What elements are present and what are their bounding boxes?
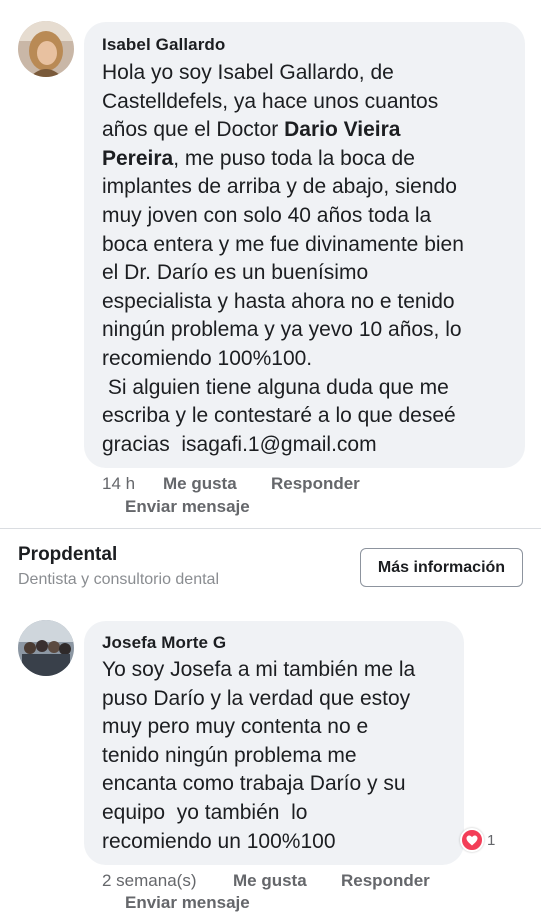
send-message-button[interactable]: Enviar mensaje xyxy=(125,893,250,913)
comment-text: Hola yo soy Isabel Gallardo, de Castelld… xyxy=(102,59,464,459)
divider xyxy=(0,528,541,529)
comment-text: Yo soy Josefa a mi también me la puso Da… xyxy=(102,658,416,853)
comment-author[interactable]: Isabel Gallardo xyxy=(102,35,225,55)
more-info-button[interactable]: Más información xyxy=(360,548,523,587)
like-button[interactable]: Me gusta xyxy=(233,871,307,891)
avatar[interactable] xyxy=(18,21,74,77)
reaction-summary[interactable]: 1 xyxy=(460,828,495,852)
page-category: Dentista y consultorio dental xyxy=(18,571,219,588)
comment-text-part: , me puso toda la boca de implantes de a… xyxy=(102,146,464,456)
avatar[interactable] xyxy=(18,620,74,676)
comment-author[interactable]: Josefa Morte G xyxy=(102,633,226,653)
page-name[interactable]: Propdental xyxy=(18,544,117,566)
comment-timestamp[interactable]: 14 h xyxy=(102,474,135,494)
reply-button[interactable]: Responder xyxy=(341,871,430,891)
send-message-button[interactable]: Enviar mensaje xyxy=(125,497,250,517)
comment-bubble: Isabel Gallardo Hola yo soy Isabel Galla… xyxy=(84,22,525,468)
reply-button[interactable]: Responder xyxy=(271,474,360,494)
comment-bubble: Josefa Morte G Yo soy Josefa a mi tambié… xyxy=(84,621,464,865)
reaction-count: 1 xyxy=(487,831,496,849)
like-button[interactable]: Me gusta xyxy=(163,474,237,494)
heart-icon xyxy=(460,828,484,852)
comment-timestamp[interactable]: 2 semana(s) xyxy=(102,871,196,891)
